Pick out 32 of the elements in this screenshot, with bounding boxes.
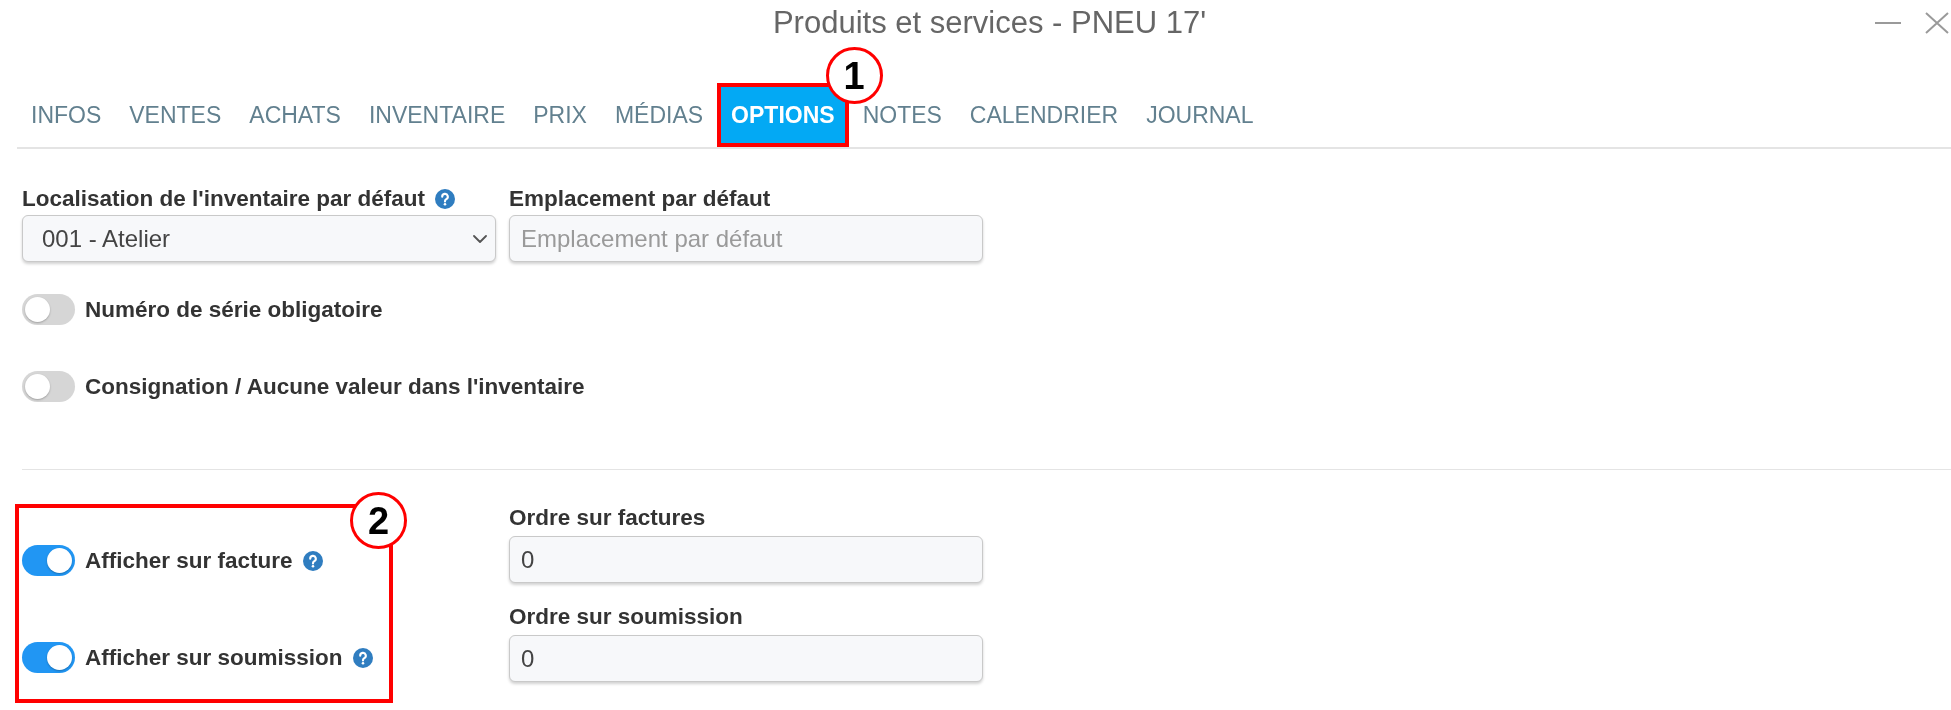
help-icon[interactable] [352,647,373,668]
field-label: Localisation de l'inventaire par défaut [22,185,425,212]
annotation-badge: 1 [825,47,883,104]
input-field[interactable]: 0 [509,635,983,682]
help-icon[interactable] [434,188,455,209]
tab[interactable]: ACHATS [235,83,355,147]
toggle-label: Consignation / Aucune valeur dans l'inventaire [85,373,585,400]
select-field[interactable]: 001 - Atelier [22,215,496,262]
tab[interactable]: JOURNAL [1132,83,1268,147]
toggle-switch[interactable] [22,294,75,325]
tab[interactable]: PRIX [519,83,601,147]
window-title: Produits et services - PNEU 17' [772,5,1207,41]
field-label: Emplacement par défaut [509,185,771,212]
chevron-down-icon [473,234,487,243]
field-label: Ordre sur soumission [509,603,743,630]
tab[interactable]: INFOS [17,83,116,147]
toggle-switch[interactable] [22,642,75,673]
close-icon[interactable] [1925,12,1949,34]
toggle-switch[interactable] [22,545,75,576]
annotation-badge: 2 [350,492,407,549]
tab[interactable]: INVENTAIRE [354,83,520,147]
toggle-label: Numéro de série obligatoire [85,296,383,323]
field-label: Ordre sur factures [509,504,706,531]
tab[interactable]: MÉDIAS [600,83,718,147]
tab[interactable]: VENTES [115,83,236,147]
toggle-label: Afficher sur facture [85,547,293,574]
input-field[interactable]: 0 [509,536,983,583]
tab[interactable]: CALENDRIER [955,83,1133,147]
input-field[interactable]: Emplacement par défaut [509,215,983,262]
toggle-switch[interactable] [22,371,75,402]
toggle-label: Afficher sur soumission [85,644,343,671]
help-icon[interactable] [302,550,323,571]
